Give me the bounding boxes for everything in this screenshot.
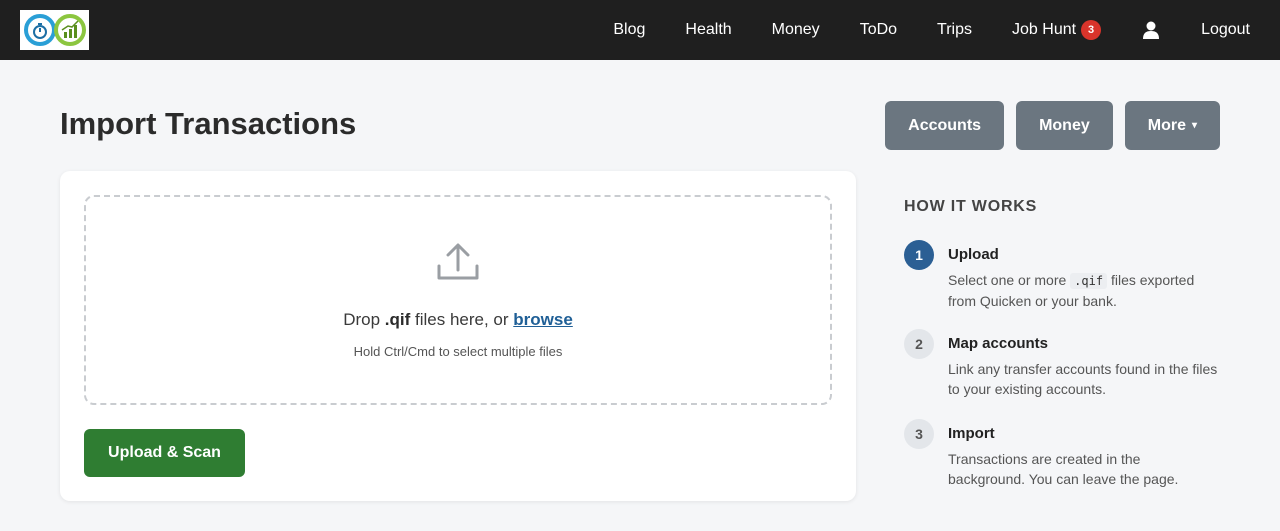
header-button-group: Accounts Money More ▾ xyxy=(873,101,1220,150)
profile-link[interactable] xyxy=(1141,20,1161,40)
step-number: 1 xyxy=(904,240,934,270)
more-button-label: More xyxy=(1147,116,1186,134)
more-dropdown-button[interactable]: More ▾ xyxy=(1124,101,1220,150)
page-title: Import Transactions xyxy=(60,106,357,141)
caret-down-icon: ▾ xyxy=(1191,120,1197,131)
nav-link-health[interactable]: Health xyxy=(685,21,731,39)
app-logo[interactable] xyxy=(20,10,89,50)
nav-link-job-hunt[interactable]: Job Hunt 3 xyxy=(1012,20,1102,40)
step-title: Map accounts xyxy=(948,335,1049,352)
upload-scan-button[interactable]: Upload & Scan xyxy=(84,429,245,477)
nav-link-job-hunt-label: Job Hunt xyxy=(1012,21,1077,38)
nav-link-trips[interactable]: Trips xyxy=(937,21,972,39)
step-desc-before: Select one or more xyxy=(948,272,1071,288)
user-icon xyxy=(1143,21,1160,39)
nav-link-todo[interactable]: ToDo xyxy=(860,21,897,39)
how-it-works-title: HOW IT WORKS xyxy=(904,198,1038,215)
money-button[interactable]: Money xyxy=(1016,101,1113,150)
file-extension-code: .qif xyxy=(1070,273,1108,289)
step-description: Select one or more .qif files exported f… xyxy=(948,270,1218,311)
step-number: 2 xyxy=(904,329,934,359)
file-extension: .qif xyxy=(384,310,411,329)
step-number: 3 xyxy=(904,419,934,449)
step-description: Transactions are created in the backgrou… xyxy=(948,451,1179,487)
file-dropzone[interactable]: Drop .qif files here, or browse Hold Ctr… xyxy=(84,195,832,405)
logout-link[interactable]: Logout xyxy=(1201,21,1250,39)
drop-prefix: Drop xyxy=(343,310,385,329)
multi-select-hint: Hold Ctrl/Cmd to select multiple files xyxy=(353,344,563,359)
how-it-works-panel: HOW IT WORKS 1 Upload Select one or more… xyxy=(904,198,1224,487)
nav-links: Blog Health Money ToDo Trips Job Hunt 3 … xyxy=(573,0,1250,60)
nav-link-blog[interactable]: Blog xyxy=(613,21,645,39)
logo-icon xyxy=(23,14,86,46)
accounts-button[interactable]: Accounts xyxy=(885,101,1005,150)
browse-link[interactable]: browse xyxy=(513,310,573,329)
upload-card: Drop .qif files here, or browse Hold Ctr… xyxy=(60,171,856,501)
drop-middle: files here, or xyxy=(410,310,514,329)
step-title: Import xyxy=(948,425,995,442)
upload-icon xyxy=(437,243,479,280)
step-description: Link any transfer accounts found in the … xyxy=(948,361,1218,397)
nav-link-money[interactable]: Money xyxy=(772,21,820,39)
top-navbar: Blog Health Money ToDo Trips Job Hunt 3 … xyxy=(0,0,1280,60)
notification-badge: 3 xyxy=(1081,20,1102,40)
dropzone-instructions: Drop .qif files here, or browse xyxy=(343,310,573,330)
step-title: Upload xyxy=(948,246,999,263)
